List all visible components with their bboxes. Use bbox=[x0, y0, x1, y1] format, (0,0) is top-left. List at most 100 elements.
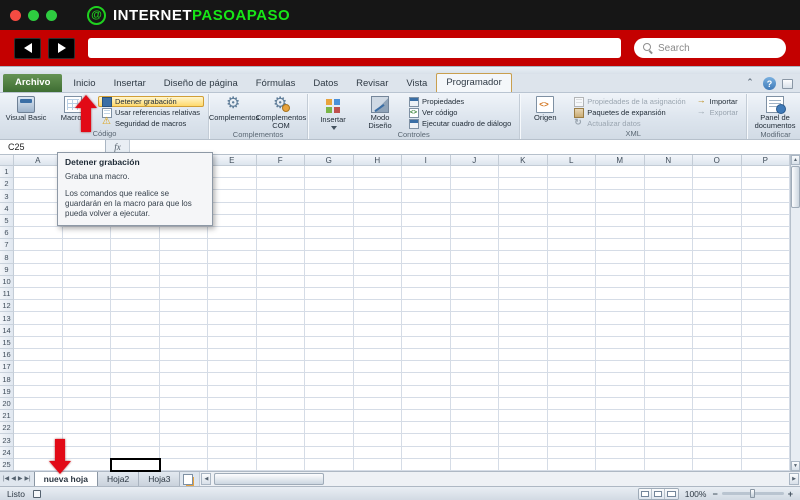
cell-B15[interactable] bbox=[62, 336, 111, 350]
cell-D13[interactable] bbox=[159, 312, 208, 325]
tab-inicio[interactable]: Inicio bbox=[64, 75, 104, 92]
cell-F22[interactable] bbox=[256, 422, 305, 435]
cell-M19[interactable] bbox=[596, 385, 645, 398]
cell-G17[interactable] bbox=[305, 361, 354, 374]
cell-L5[interactable] bbox=[547, 214, 596, 228]
cell-F16[interactable] bbox=[256, 349, 305, 362]
vertical-scrollbar[interactable] bbox=[790, 155, 800, 471]
cell-L19[interactable] bbox=[547, 385, 596, 398]
cell-L3[interactable] bbox=[547, 190, 596, 203]
panel-documentos-button[interactable]: Panel de documentos bbox=[750, 95, 800, 130]
cell-F13[interactable] bbox=[256, 312, 305, 325]
cell-A21[interactable] bbox=[14, 410, 63, 423]
cell-K21[interactable] bbox=[499, 410, 548, 423]
cell-O5[interactable] bbox=[693, 214, 742, 228]
cell-J5[interactable] bbox=[450, 214, 499, 228]
cell-I23[interactable] bbox=[402, 434, 451, 447]
cell-G18[interactable] bbox=[305, 373, 354, 386]
cell-E15[interactable] bbox=[208, 336, 257, 350]
cell-A1[interactable] bbox=[14, 166, 63, 179]
cell-E10[interactable] bbox=[208, 275, 257, 289]
normal-view-icon[interactable] bbox=[638, 488, 652, 499]
cell-M24[interactable] bbox=[596, 446, 645, 459]
cell-O16[interactable] bbox=[693, 349, 742, 362]
cell-B8[interactable] bbox=[62, 251, 111, 264]
row-header-22[interactable]: 22 bbox=[0, 422, 14, 435]
cell-G3[interactable] bbox=[305, 190, 354, 203]
cell-C17[interactable] bbox=[111, 361, 160, 374]
cell-M7[interactable] bbox=[596, 239, 645, 252]
cell-A3[interactable] bbox=[14, 190, 63, 203]
row-header-12[interactable]: 12 bbox=[0, 300, 14, 313]
row-header-25[interactable]: 25 bbox=[0, 458, 14, 472]
cell-P23[interactable] bbox=[741, 434, 790, 447]
cell-D25[interactable] bbox=[159, 458, 208, 472]
cell-M17[interactable] bbox=[596, 361, 645, 374]
cell-L21[interactable] bbox=[547, 410, 596, 423]
search-input[interactable] bbox=[658, 42, 777, 54]
cell-B14[interactable] bbox=[62, 324, 111, 337]
cell-I19[interactable] bbox=[402, 385, 451, 398]
cell-D11[interactable] bbox=[159, 288, 208, 301]
cell-A5[interactable] bbox=[14, 214, 63, 228]
cell-E8[interactable] bbox=[208, 251, 257, 264]
vertical-scroll-track[interactable] bbox=[791, 165, 800, 461]
row-header-15[interactable]: 15 bbox=[0, 336, 14, 350]
cell-G4[interactable] bbox=[305, 202, 354, 215]
cell-A13[interactable] bbox=[14, 312, 63, 325]
cell-L17[interactable] bbox=[547, 361, 596, 374]
cell-I17[interactable] bbox=[402, 361, 451, 374]
cell-P3[interactable] bbox=[741, 190, 790, 203]
row-header-18[interactable]: 18 bbox=[0, 373, 14, 386]
cell-J2[interactable] bbox=[450, 178, 499, 191]
zoom-slider-thumb[interactable] bbox=[749, 489, 755, 498]
cell-K13[interactable] bbox=[499, 312, 548, 325]
cell-D10[interactable] bbox=[159, 275, 208, 289]
cell-B21[interactable] bbox=[62, 410, 111, 423]
cell-E9[interactable] bbox=[208, 263, 257, 276]
cell-C23[interactable] bbox=[111, 434, 160, 447]
restore-window-icon[interactable] bbox=[782, 78, 793, 89]
cell-A17[interactable] bbox=[14, 361, 63, 374]
cell-A14[interactable] bbox=[14, 324, 63, 337]
first-sheet-icon[interactable] bbox=[3, 476, 9, 482]
cell-J8[interactable] bbox=[450, 251, 499, 264]
cell-P14[interactable] bbox=[741, 324, 790, 337]
help-icon[interactable] bbox=[763, 77, 776, 90]
cell-K3[interactable] bbox=[499, 190, 548, 203]
cell-J6[interactable] bbox=[450, 227, 499, 240]
select-all-corner[interactable] bbox=[0, 155, 14, 166]
cell-F8[interactable] bbox=[256, 251, 305, 264]
tab-insertar[interactable]: Insertar bbox=[105, 75, 155, 92]
cell-K18[interactable] bbox=[499, 373, 548, 386]
column-header-A[interactable]: A bbox=[14, 155, 63, 166]
row-header-9[interactable]: 9 bbox=[0, 263, 14, 276]
cell-I13[interactable] bbox=[402, 312, 451, 325]
detener-grabacion-button[interactable]: Detener grabación bbox=[98, 96, 205, 107]
cell-F14[interactable] bbox=[256, 324, 305, 337]
cell-L15[interactable] bbox=[547, 336, 596, 350]
cell-P7[interactable] bbox=[741, 239, 790, 252]
cell-D14[interactable] bbox=[159, 324, 208, 337]
cell-B7[interactable] bbox=[62, 239, 111, 252]
propiedades-button[interactable]: Propiedades bbox=[405, 96, 515, 107]
cell-C20[interactable] bbox=[111, 397, 160, 411]
row-header-17[interactable]: 17 bbox=[0, 361, 14, 374]
cell-L18[interactable] bbox=[547, 373, 596, 386]
cell-H10[interactable] bbox=[353, 275, 402, 289]
cell-O19[interactable] bbox=[693, 385, 742, 398]
cell-P16[interactable] bbox=[741, 349, 790, 362]
cell-N22[interactable] bbox=[644, 422, 693, 435]
cell-F25[interactable] bbox=[256, 458, 305, 472]
vertical-scroll-thumb[interactable] bbox=[791, 166, 800, 208]
cell-P19[interactable] bbox=[741, 385, 790, 398]
cell-C11[interactable] bbox=[111, 288, 160, 301]
cell-G1[interactable] bbox=[305, 166, 354, 179]
row-header-19[interactable]: 19 bbox=[0, 385, 14, 398]
cell-K5[interactable] bbox=[499, 214, 548, 228]
cell-H1[interactable] bbox=[353, 166, 402, 179]
cell-H3[interactable] bbox=[353, 190, 402, 203]
cell-I2[interactable] bbox=[402, 178, 451, 191]
cell-K7[interactable] bbox=[499, 239, 548, 252]
cell-O13[interactable] bbox=[693, 312, 742, 325]
